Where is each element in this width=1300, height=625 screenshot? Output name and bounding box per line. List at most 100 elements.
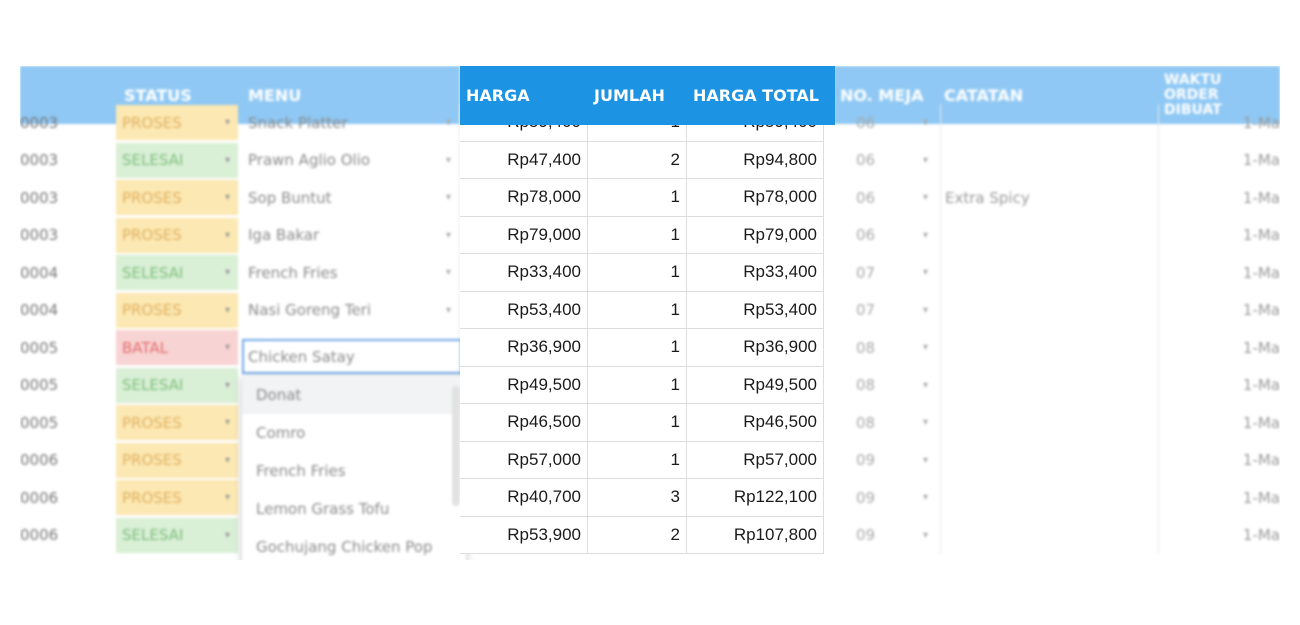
harga-cell[interactable]: Rp57,000 [460, 441, 588, 479]
waktu-cell[interactable]: 1-Ma [1158, 291, 1280, 329]
no-meja-cell[interactable]: 07 ▾ [836, 254, 940, 292]
harga-cell[interactable]: Rp49,500 [460, 366, 588, 404]
jumlah-cell[interactable]: 2 [588, 516, 687, 554]
jumlah-cell[interactable]: 1 [588, 366, 687, 404]
catatan-cell[interactable] [940, 441, 1158, 479]
no-meja-cell[interactable]: 06 ▾ [836, 104, 940, 142]
harga-total-cell[interactable]: Rp33,400 [687, 254, 824, 292]
catatan-cell[interactable]: Extra Spicy [940, 179, 1158, 217]
harga-total-cell[interactable]: Rp36,900 [687, 329, 824, 367]
no-meja-cell[interactable]: 08 ▾ [836, 367, 940, 405]
harga-total-cell[interactable]: Rp49,500 [687, 366, 824, 404]
spreadsheet: STATUS MENU NO. MEJA CATATAN WAKTU ORDER… [20, 66, 1280, 560]
waktu-cell[interactable]: 1-Ma [1158, 216, 1280, 254]
harga-cell[interactable]: Rp79,000 [460, 216, 588, 254]
waktu-cell[interactable]: 1-Ma [1158, 366, 1280, 404]
harga-cell[interactable]: Rp47,400 [460, 141, 588, 179]
catatan-cell[interactable] [940, 479, 1158, 517]
harga-cell[interactable]: Rp78,000 [460, 179, 588, 217]
no-meja-label: 09 [856, 451, 876, 470]
chevron-down-icon[interactable]: ▾ [923, 492, 928, 503]
jumlah-cell[interactable]: 1 [588, 329, 687, 367]
harga-cell[interactable]: Rp36,900 [460, 329, 588, 367]
waktu-cell[interactable]: 1-Ma [1158, 516, 1280, 554]
jumlah-cell[interactable]: 1 [588, 254, 687, 292]
harga-total-cell[interactable]: Rp79,000 [687, 216, 824, 254]
chevron-down-icon[interactable]: ▾ [923, 530, 928, 541]
dropdown-option[interactable]: Comro [242, 414, 466, 452]
dropdown-option[interactable]: Donat [242, 376, 466, 414]
menu-dropdown-list[interactable]: Donat Comro French Fries Lemon Grass Tof… [242, 376, 466, 560]
catatan-cell[interactable] [940, 254, 1158, 292]
rows-price-columns: Rp59,4001Rp59,400Rp47,4002Rp94,800Rp78,0… [460, 104, 830, 560]
no-meja-cell[interactable]: 08 ▾ [836, 329, 940, 367]
no-meja-label: 07 [856, 301, 876, 320]
jumlah-cell[interactable]: 1 [588, 216, 687, 254]
chevron-down-icon[interactable]: ▾ [923, 230, 928, 241]
catatan-cell[interactable] [940, 404, 1158, 442]
chevron-down-icon[interactable]: ▾ [923, 455, 928, 466]
no-meja-label: 06 [856, 113, 876, 132]
no-meja-cell[interactable]: 06 ▾ [836, 179, 940, 217]
dropdown-scrollbar[interactable] [452, 386, 460, 506]
waktu-cell[interactable]: 1-Ma [1158, 179, 1280, 217]
chevron-down-icon[interactable]: ▾ [923, 342, 928, 353]
harga-total-cell[interactable]: Rp46,500 [687, 404, 824, 442]
no-meja-cell[interactable]: 06 ▾ [836, 142, 940, 180]
waktu-cell[interactable]: 1-Ma [1158, 479, 1280, 517]
chevron-down-icon[interactable]: ▾ [923, 305, 928, 316]
no-meja-label: 09 [856, 488, 876, 507]
waktu-cell[interactable]: 1-Ma [1158, 141, 1280, 179]
waktu-cell[interactable]: 1-Ma [1158, 441, 1280, 479]
harga-total-cell[interactable]: Rp57,000 [687, 441, 824, 479]
harga-cell[interactable]: Rp53,400 [460, 291, 588, 329]
catatan-cell[interactable] [940, 291, 1158, 329]
jumlah-cell[interactable]: 1 [588, 291, 687, 329]
header-harga-total[interactable]: HARGA TOTAL [687, 66, 835, 125]
jumlah-cell[interactable]: 2 [588, 141, 687, 179]
header-jumlah[interactable]: JUMLAH [588, 66, 687, 125]
waktu-cell[interactable]: 1-Ma [1158, 104, 1280, 142]
no-meja-label: 06 [856, 151, 876, 170]
header-harga[interactable]: HARGA [460, 66, 588, 125]
catatan-cell[interactable] [940, 104, 1158, 142]
no-meja-cell[interactable]: 09 ▾ [836, 479, 940, 517]
no-meja-cell[interactable]: 09 ▾ [836, 517, 940, 555]
catatan-cell[interactable] [940, 366, 1158, 404]
harga-cell[interactable]: Rp53,900 [460, 516, 588, 554]
chevron-down-icon[interactable]: ▾ [923, 380, 928, 391]
chevron-down-icon[interactable]: ▾ [923, 267, 928, 278]
no-meja-label: 08 [856, 413, 876, 432]
no-meja-cell[interactable]: 07 ▾ [836, 292, 940, 330]
chevron-down-icon[interactable]: ▾ [923, 192, 928, 203]
selected-menu-cell[interactable]: Chicken Satay [242, 339, 462, 374]
catatan-cell[interactable] [940, 141, 1158, 179]
harga-cell[interactable]: Rp40,700 [460, 479, 588, 517]
chevron-down-icon[interactable]: ▾ [923, 155, 928, 166]
jumlah-cell[interactable]: 1 [588, 179, 687, 217]
catatan-cell[interactable] [940, 329, 1158, 367]
dropdown-option[interactable]: Gochujang Chicken Pop [242, 528, 466, 560]
waktu-cell[interactable]: 1-Ma [1158, 329, 1280, 367]
no-meja-cell[interactable]: 09 ▾ [836, 442, 940, 480]
jumlah-cell[interactable]: 3 [588, 479, 687, 517]
dropdown-option[interactable]: French Fries [242, 452, 466, 490]
jumlah-cell[interactable]: 1 [588, 404, 687, 442]
no-meja-cell[interactable]: 06 ▾ [836, 217, 940, 255]
catatan-cell[interactable] [940, 216, 1158, 254]
harga-total-cell[interactable]: Rp107,800 [687, 516, 824, 554]
jumlah-cell[interactable]: 1 [588, 441, 687, 479]
harga-cell[interactable]: Rp46,500 [460, 404, 588, 442]
waktu-cell[interactable]: 1-Ma [1158, 404, 1280, 442]
harga-total-cell[interactable]: Rp78,000 [687, 179, 824, 217]
chevron-down-icon[interactable]: ▾ [923, 417, 928, 428]
catatan-cell[interactable] [940, 516, 1158, 554]
waktu-cell[interactable]: 1-Ma [1158, 254, 1280, 292]
harga-total-cell[interactable]: Rp94,800 [687, 141, 824, 179]
no-meja-cell[interactable]: 08 ▾ [836, 404, 940, 442]
harga-total-cell[interactable]: Rp122,100 [687, 479, 824, 517]
harga-total-cell[interactable]: Rp53,400 [687, 291, 824, 329]
harga-cell[interactable]: Rp33,400 [460, 254, 588, 292]
chevron-down-icon[interactable]: ▾ [923, 117, 928, 128]
dropdown-option[interactable]: Lemon Grass Tofu [242, 490, 466, 528]
